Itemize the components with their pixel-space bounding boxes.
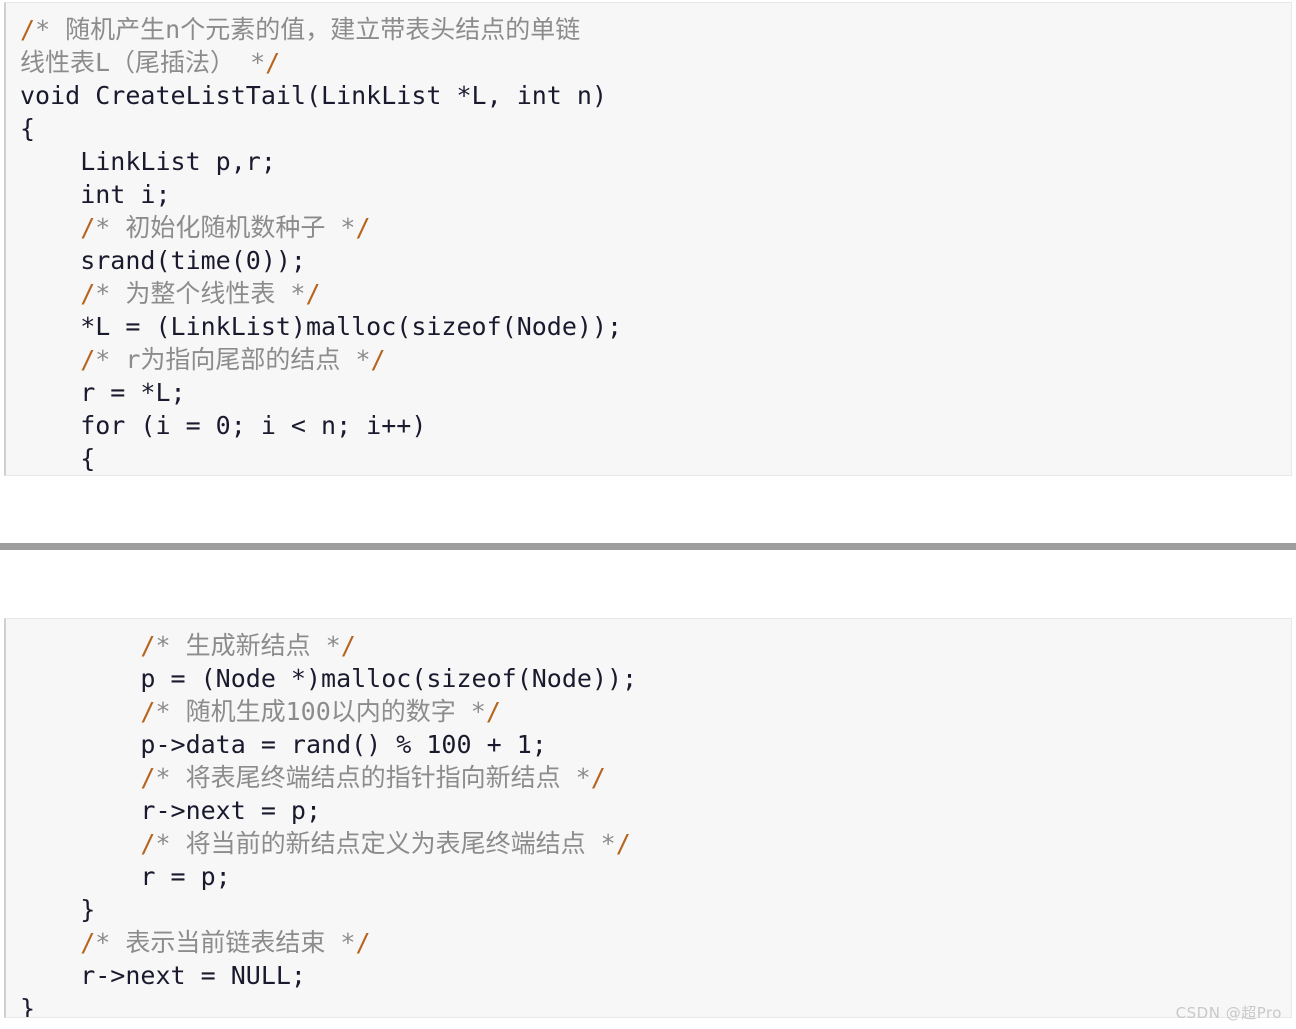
slash-glyph: / — [20, 15, 36, 44]
slash-glyph: / — [140, 631, 156, 660]
code-line: *L = (LinkList)malloc(sizeof(Node)); — [20, 312, 623, 341]
section-separator — [0, 543, 1296, 550]
slash-glyph: / — [80, 345, 96, 374]
code-line: p = (Node *)malloc(sizeof(Node)); — [20, 664, 638, 693]
slash-glyph: / — [265, 48, 281, 77]
code-line: r = *L; — [20, 378, 186, 407]
code-lines-bottom: /* 生成新结点 */ p = (Node *)malloc(sizeof(No… — [6, 619, 1291, 1018]
code-line: int i; — [20, 180, 171, 209]
slash-glyph: / — [355, 213, 371, 242]
code-line: 线性表L（尾插法） */ — [20, 48, 281, 77]
code-line: /* 为整个线性表 */ — [80, 279, 321, 308]
code-line: /* 初始化随机数种子 */ — [80, 213, 371, 242]
code-line: /* r为指向尾部的结点 */ — [80, 345, 386, 374]
slash-glyph: / — [80, 213, 96, 242]
code-line: /* 将表尾终端结点的指针指向新结点 */ — [140, 763, 606, 792]
code-line: { — [20, 114, 36, 143]
slash-glyph: / — [140, 697, 156, 726]
code-lines-top: /* 随机产生n个元素的值，建立带表头结点的单链 线性表L（尾插法） */ void… — [6, 3, 1291, 475]
code-block-top: /* 随机产生n个元素的值，建立带表头结点的单链 线性表L（尾插法） */ void… — [4, 2, 1292, 476]
code-line: /* 表示当前链表结束 */ — [80, 928, 371, 957]
page-root: /* 随机产生n个元素的值，建立带表头结点的单链 线性表L（尾插法） */ void… — [0, 0, 1296, 1029]
code-line: srand(time(0)); — [20, 246, 306, 275]
slash-glyph: / — [80, 928, 96, 957]
slash-glyph: / — [355, 928, 371, 957]
slash-glyph: / — [140, 763, 156, 792]
code-line: { — [20, 444, 96, 473]
slash-glyph: / — [370, 345, 386, 374]
slash-glyph: / — [340, 631, 356, 660]
code-line: /* 将当前的新结点定义为表尾终端结点 */ — [140, 829, 631, 858]
code-block-bottom: /* 生成新结点 */ p = (Node *)malloc(sizeof(No… — [4, 618, 1292, 1018]
slash-glyph: / — [590, 763, 606, 792]
code-line: /* 随机生成100以内的数字 */ — [140, 697, 501, 726]
code-line: for (i = 0; i < n; i++) — [20, 411, 427, 440]
slash-glyph: / — [485, 697, 501, 726]
code-line: } — [20, 994, 36, 1018]
code-line: /* 生成新结点 */ — [140, 631, 356, 660]
code-line: p->data = rand() % 100 + 1; — [20, 730, 547, 759]
code-line: r = p; — [20, 862, 231, 891]
code-line: r->next = p; — [20, 796, 322, 825]
code-line: r->next = NULL; — [20, 961, 306, 990]
watermark-label: CSDN @超Pro — [1175, 1004, 1282, 1022]
code-line: LinkList p,r; — [20, 147, 276, 176]
slash-glyph: / — [305, 279, 321, 308]
code-line: } — [20, 895, 96, 924]
code-line: void CreateListTail(LinkList *L, int n) — [20, 81, 607, 110]
slash-glyph: / — [80, 279, 96, 308]
slash-glyph: / — [615, 829, 631, 858]
slash-glyph: / — [140, 829, 156, 858]
code-line: /* 随机产生n个元素的值，建立带表头结点的单链 — [20, 15, 581, 44]
